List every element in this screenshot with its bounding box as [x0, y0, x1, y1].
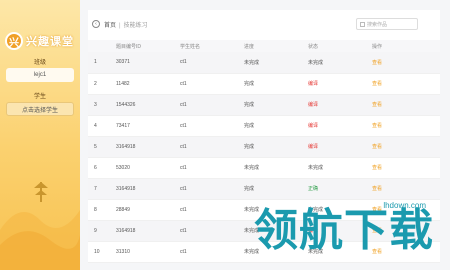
progress-cell: 完成 — [238, 73, 302, 95]
header-status: 状态 — [302, 40, 366, 52]
exercise-id: 1544326 — [110, 94, 174, 116]
table-row: 4 73417 ct1 完成 编译 查看 — [88, 115, 440, 137]
breadcrumb-home[interactable]: 首页 — [104, 23, 116, 29]
logo-text: 兴趣课堂 — [26, 36, 74, 48]
view-link[interactable]: 查看 — [366, 52, 440, 74]
student-name: ct1 — [174, 115, 238, 137]
main-panel: ‹ 首页 | 技能练习 搜索作品 题目编号ID 学生姓名 进度 状态 操作 1 303… — [88, 10, 440, 263]
class-value: lejc1 — [6, 68, 74, 82]
header-name: 学生姓名 — [174, 40, 238, 52]
view-link[interactable]: 查看 — [366, 136, 440, 158]
row-number: 7 — [88, 178, 110, 200]
exercise-id: 3164918 — [110, 220, 174, 242]
header-progress: 进度 — [238, 40, 302, 52]
row-number: 8 — [88, 199, 110, 221]
row-number: 1 — [88, 52, 110, 74]
exercise-id: 11482 — [110, 73, 174, 95]
search-input[interactable]: 搜索作品 — [356, 18, 418, 30]
status-cell: 编译 — [302, 73, 366, 95]
student-name: ct1 — [174, 157, 238, 179]
row-number: 9 — [88, 220, 110, 242]
student-name: ct1 — [174, 241, 238, 263]
status-cell: 编译 — [302, 115, 366, 137]
student-label: 学生 — [33, 94, 46, 100]
logo: 兴 兴趣课堂 — [5, 30, 77, 52]
row-number: 3 — [88, 94, 110, 116]
exercise-id: 3164918 — [110, 178, 174, 200]
student-name: ct1 — [174, 52, 238, 74]
breadcrumb-separator: | — [119, 23, 121, 29]
student-name: ct1 — [174, 136, 238, 158]
status-cell: 未完成 — [302, 52, 366, 74]
table-row: 1 30371 ct1 未完成 未完成 查看 — [88, 52, 440, 74]
exercise-id: 53020 — [110, 157, 174, 179]
progress-cell: 完成 — [238, 136, 302, 158]
progress-cell: 完成 — [238, 94, 302, 116]
class-label: 班级 — [33, 60, 46, 66]
view-link[interactable]: 查看 — [366, 73, 440, 95]
row-number: 6 — [88, 157, 110, 179]
row-number: 4 — [88, 115, 110, 137]
progress-cell: 未完成 — [238, 157, 302, 179]
exercise-id: 28849 — [110, 199, 174, 221]
table-row: 6 53020 ct1 未完成 未完成 查看 — [88, 157, 440, 179]
search-placeholder: 搜索作品 — [367, 21, 388, 28]
progress-cell: 完成 — [238, 115, 302, 137]
view-link[interactable]: 查看 — [366, 94, 440, 116]
mountain-decoration — [0, 182, 80, 270]
breadcrumb-current: 技能练习 — [123, 23, 148, 29]
exercise-id: 3164918 — [110, 136, 174, 158]
view-link[interactable]: 查看 — [366, 157, 440, 179]
row-number: 5 — [88, 136, 110, 158]
student-name: ct1 — [174, 220, 238, 242]
exercise-id: 31310 — [110, 241, 174, 263]
student-name: ct1 — [174, 73, 238, 95]
student-name: ct1 — [174, 94, 238, 116]
student-select[interactable]: 点击选择学生 — [6, 102, 74, 116]
breadcrumb: 首页 | 技能练习 — [104, 20, 148, 29]
header-id: 题目编号ID — [110, 40, 174, 52]
header-action: 操作 — [366, 40, 440, 52]
exercise-id: 30371 — [110, 52, 174, 74]
back-icon[interactable]: ‹ — [92, 20, 100, 28]
student-name: ct1 — [174, 178, 238, 200]
search-icon — [360, 21, 365, 27]
table-row: 3 1544326 ct1 完成 编译 查看 — [88, 94, 440, 116]
table-row: 5 3164918 ct1 完成 编译 查看 — [88, 136, 440, 158]
status-cell: 编译 — [302, 136, 366, 158]
status-cell: 未完成 — [302, 157, 366, 179]
table-header: 题目编号ID 学生姓名 进度 状态 操作 — [88, 40, 440, 52]
row-number: 10 — [88, 241, 110, 263]
view-link[interactable]: 查看 — [366, 115, 440, 137]
status-cell: 编译 — [302, 94, 366, 116]
exercise-id: 73417 — [110, 115, 174, 137]
table-row: 2 11482 ct1 完成 编译 查看 — [88, 73, 440, 95]
student-name: ct1 — [174, 199, 238, 221]
logo-icon: 兴 — [5, 32, 23, 50]
progress-cell: 未完成 — [238, 52, 302, 74]
row-number: 2 — [88, 73, 110, 95]
watermark-text: 领航下载 — [254, 206, 434, 255]
header-no — [88, 40, 110, 52]
sidebar: 兴 兴趣课堂 班级 lejc1 学生 点击选择学生 — [0, 0, 80, 270]
